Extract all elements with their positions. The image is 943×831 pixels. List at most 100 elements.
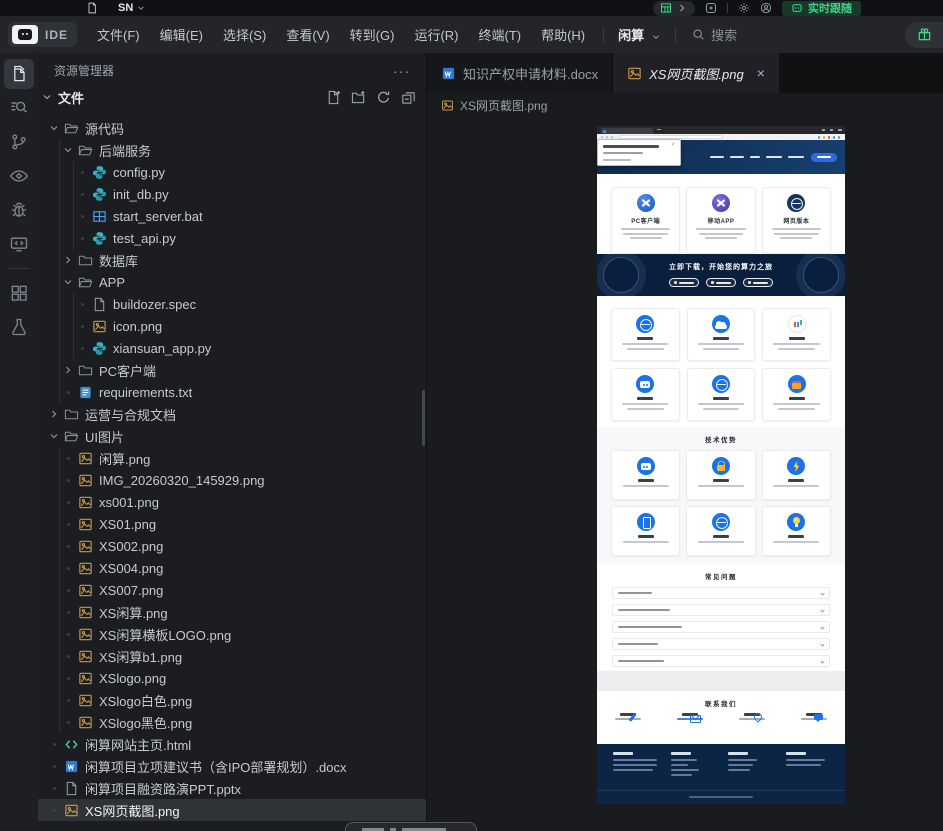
floating-widget[interactable] [345, 822, 477, 831]
menu-item-6[interactable]: 终端(T) [468, 21, 531, 48]
rewards-button[interactable] [905, 21, 943, 48]
tree-item[interactable]: XS004.png [38, 557, 426, 579]
workspace-name: 闲算 [618, 28, 645, 43]
layout-grid-button[interactable] [653, 0, 695, 16]
tree-item[interactable]: init_db.py [38, 183, 426, 205]
new-folder-icon[interactable] [351, 90, 366, 105]
tab-png[interactable]: XS网页截图.png × [613, 53, 779, 93]
sidebar-scrollbar[interactable] [422, 390, 425, 446]
tree-item-label: 源代码 [85, 121, 125, 137]
chevron-expanded-icon[interactable] [46, 120, 62, 136]
menu-item-5[interactable]: 运行(R) [404, 21, 468, 48]
tree-item[interactable]: icon.png [38, 315, 426, 337]
tree-item[interactable]: 源代码 [38, 117, 426, 139]
source-control-icon[interactable] [4, 127, 34, 157]
refresh-icon[interactable] [376, 90, 391, 105]
tree-item[interactable]: xiansuan_app.py [38, 337, 426, 359]
tab-docx[interactable]: 知识产权申请材料.docx [427, 53, 614, 93]
tree-item[interactable]: XS闲算横板LOGO.png [38, 623, 426, 645]
tree-item-label: 后端服务 [99, 143, 152, 159]
collapse-all-icon[interactable] [401, 90, 416, 105]
tree-item[interactable]: 闲算项目立项建议书（含IPO部署规划）.docx [38, 755, 426, 777]
tree-item[interactable]: test_api.py [38, 227, 426, 249]
chevron-collapsed-icon[interactable] [60, 252, 76, 268]
tree-item-label: XSlogo黑色.png [99, 715, 193, 731]
tree-item[interactable]: XS闲算b1.png [38, 645, 426, 667]
tree-item[interactable]: XSlogo.png [38, 667, 426, 689]
chevron-right-icon [676, 2, 688, 14]
tree-item[interactable]: 数据库 [38, 249, 426, 271]
faq-row [612, 587, 830, 599]
tree-item[interactable]: 闲算网站主页.html [38, 733, 426, 755]
tree-item[interactable]: 运营与合规文档 [38, 403, 426, 425]
search-icon[interactable] [4, 93, 34, 123]
menu-item-2[interactable]: 选择(S) [213, 21, 276, 48]
tree-item[interactable]: XS网页截图.png [38, 799, 426, 821]
tree-item[interactable]: XS闲算.png [38, 601, 426, 623]
chevron-expanded-icon[interactable] [60, 274, 76, 290]
project-switcher[interactable]: SN [118, 2, 133, 14]
menu-item-7[interactable]: 帮助(H) [531, 21, 595, 48]
menu-item-0[interactable]: 文件(F) [87, 21, 150, 48]
tree-item[interactable]: config.py [38, 161, 426, 183]
realtime-follow-badge[interactable]: 实时跟随 [782, 0, 861, 16]
folder-icon [62, 406, 80, 422]
tree-item-label: XS002.png [99, 538, 164, 554]
tree-item[interactable]: 闲算.png [38, 447, 426, 469]
close-icon[interactable]: × [757, 66, 765, 80]
tree-item-label: 闲算项目立项建议书（含IPO部署规划）.docx [85, 759, 347, 775]
gear-icon[interactable] [738, 2, 750, 14]
menu-item-4[interactable]: 转到(G) [340, 21, 405, 48]
faq-row [612, 638, 830, 650]
files-section-header[interactable]: 文件 [38, 85, 426, 109]
tree-item-label: buildozer.spec [113, 296, 197, 312]
faq-section-title: 常见问题 [705, 574, 737, 581]
new-file-icon[interactable] [326, 90, 341, 105]
menu-item-1[interactable]: 编辑(E) [150, 21, 213, 48]
tree-item-label: XS闲算横板LOGO.png [99, 627, 232, 643]
tree-item[interactable]: 后端服务 [38, 139, 426, 161]
explorer-icon[interactable] [4, 59, 34, 89]
tree-item-label: requirements.txt [99, 384, 193, 400]
tree-item[interactable]: XS007.png [38, 579, 426, 601]
word-icon [62, 758, 80, 774]
tree-item[interactable]: xs001.png [38, 491, 426, 513]
eye-icon[interactable] [4, 161, 34, 191]
chevron-expanded-icon[interactable] [60, 142, 76, 158]
test-flask-icon[interactable] [4, 312, 34, 342]
textfile-icon [76, 384, 94, 400]
chevron-expanded-icon[interactable] [46, 428, 62, 444]
bat-icon [90, 208, 108, 224]
menu-item-3[interactable]: 查看(V) [276, 21, 339, 48]
bar-chart-icon [789, 316, 805, 332]
tree-item[interactable]: UI图片 [38, 425, 426, 447]
extensions-icon[interactable] [4, 278, 34, 308]
breadcrumb[interactable]: XS网页截图.png [427, 93, 943, 117]
breadcrumb-label: XS网页截图.png [460, 98, 548, 113]
contact-item [659, 713, 721, 720]
tree-item[interactable]: XSlogo黑色.png [38, 711, 426, 733]
chevron-collapsed-icon[interactable] [46, 406, 62, 422]
debug-icon[interactable] [4, 195, 34, 225]
tree-item[interactable]: start_server.bat [38, 205, 426, 227]
tree-item[interactable]: buildozer.spec [38, 293, 426, 315]
remote-window-icon[interactable] [4, 229, 34, 259]
app-logo[interactable]: IDE [8, 22, 78, 47]
workspace-switcher[interactable]: 闲算 [612, 25, 667, 44]
feedback-plus-icon[interactable] [705, 2, 717, 14]
tree-item[interactable]: XS01.png [38, 513, 426, 535]
tree-item[interactable]: XSlogo白色.png [38, 689, 426, 711]
account-icon[interactable] [760, 2, 772, 14]
tree-item[interactable]: 闲算项目融资路演PPT.pptx [38, 777, 426, 799]
tree-item[interactable]: XS002.png [38, 535, 426, 557]
tree-item[interactable]: PC客户端 [38, 359, 426, 381]
tree-item[interactable]: IMG_20260320_145929.png [38, 469, 426, 491]
tree-item[interactable]: APP [38, 271, 426, 293]
tree-item[interactable]: requirements.txt [38, 381, 426, 403]
more-actions-icon[interactable]: ··· [393, 63, 410, 79]
ide-logo-label: IDE [45, 27, 69, 42]
search-icon [692, 28, 705, 41]
folder-open-icon [76, 142, 94, 158]
chevron-collapsed-icon[interactable] [60, 362, 76, 378]
search-box[interactable]: 搜索 [684, 25, 745, 44]
